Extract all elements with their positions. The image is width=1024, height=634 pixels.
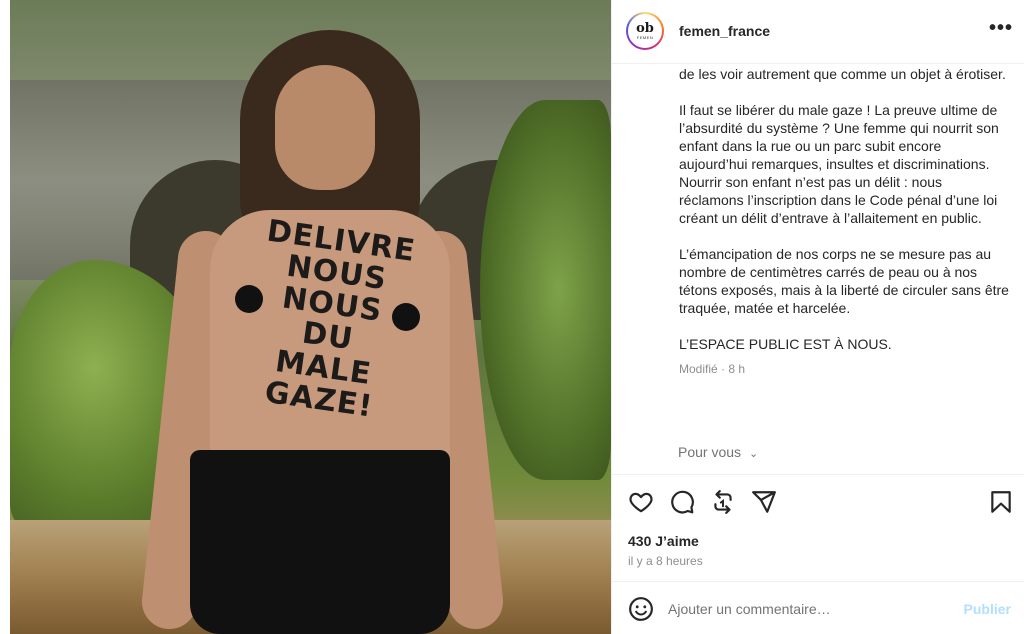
bookmark-icon[interactable] (988, 489, 1014, 515)
avatar[interactable]: ob FEMEN (626, 12, 664, 50)
likes-count[interactable]: 430 J’aime (628, 533, 699, 549)
face (275, 65, 375, 190)
publish-button[interactable]: Publier (964, 601, 1011, 617)
avatar-logo: ob FEMEN (628, 14, 662, 48)
comment-icon[interactable] (669, 489, 695, 515)
emoji-icon[interactable] (628, 596, 654, 622)
comment-input[interactable] (668, 598, 948, 620)
pour-vous-label: Pour vous (678, 444, 742, 460)
repost-icon[interactable] (710, 489, 736, 515)
pour-vous-toggle[interactable]: Pour vous ⌄ (678, 444, 758, 460)
avatar-logo-text: ob (636, 20, 654, 36)
send-icon[interactable] (751, 489, 777, 515)
post-time: il y a 8 heures (628, 554, 703, 568)
post-header: ob FEMEN femen_france ••• (612, 0, 1024, 64)
caption-paragraph: de les voir autrement que comme un objet… (679, 66, 1006, 82)
heart-icon[interactable] (628, 489, 654, 515)
caption-paragraph: Il faut se libérer du male gaze ! La pre… (679, 102, 999, 226)
action-bar (612, 474, 1024, 530)
post-photo[interactable]: DELIVRE NOUS NOUS DU MALE GAZE! (10, 0, 611, 634)
username-link[interactable]: femen_france (679, 23, 770, 39)
foliage-right (480, 100, 611, 480)
more-icon[interactable]: ••• (989, 18, 1013, 38)
censor-dot (392, 303, 420, 331)
shorts (190, 450, 450, 634)
caption: de les voir autrement que comme un objet… (679, 64, 1009, 474)
caption-meta: Modifié · 8 h (679, 362, 746, 376)
comment-bar: Publier (612, 581, 1024, 634)
avatar-logo-subtext: FEMEN (636, 34, 654, 40)
person-figure: DELIVRE NOUS NOUS DU MALE GAZE! (139, 30, 506, 634)
caption-paragraph: L’ESPACE PUBLIC EST À NOUS. (679, 336, 892, 352)
censor-dot (235, 285, 263, 313)
chevron-down-icon: ⌄ (748, 448, 759, 460)
caption-paragraph: L’émancipation de nos corps ne se mesure… (679, 246, 1009, 316)
post-side-panel: ob FEMEN femen_france ••• de les voir au… (611, 0, 1024, 634)
